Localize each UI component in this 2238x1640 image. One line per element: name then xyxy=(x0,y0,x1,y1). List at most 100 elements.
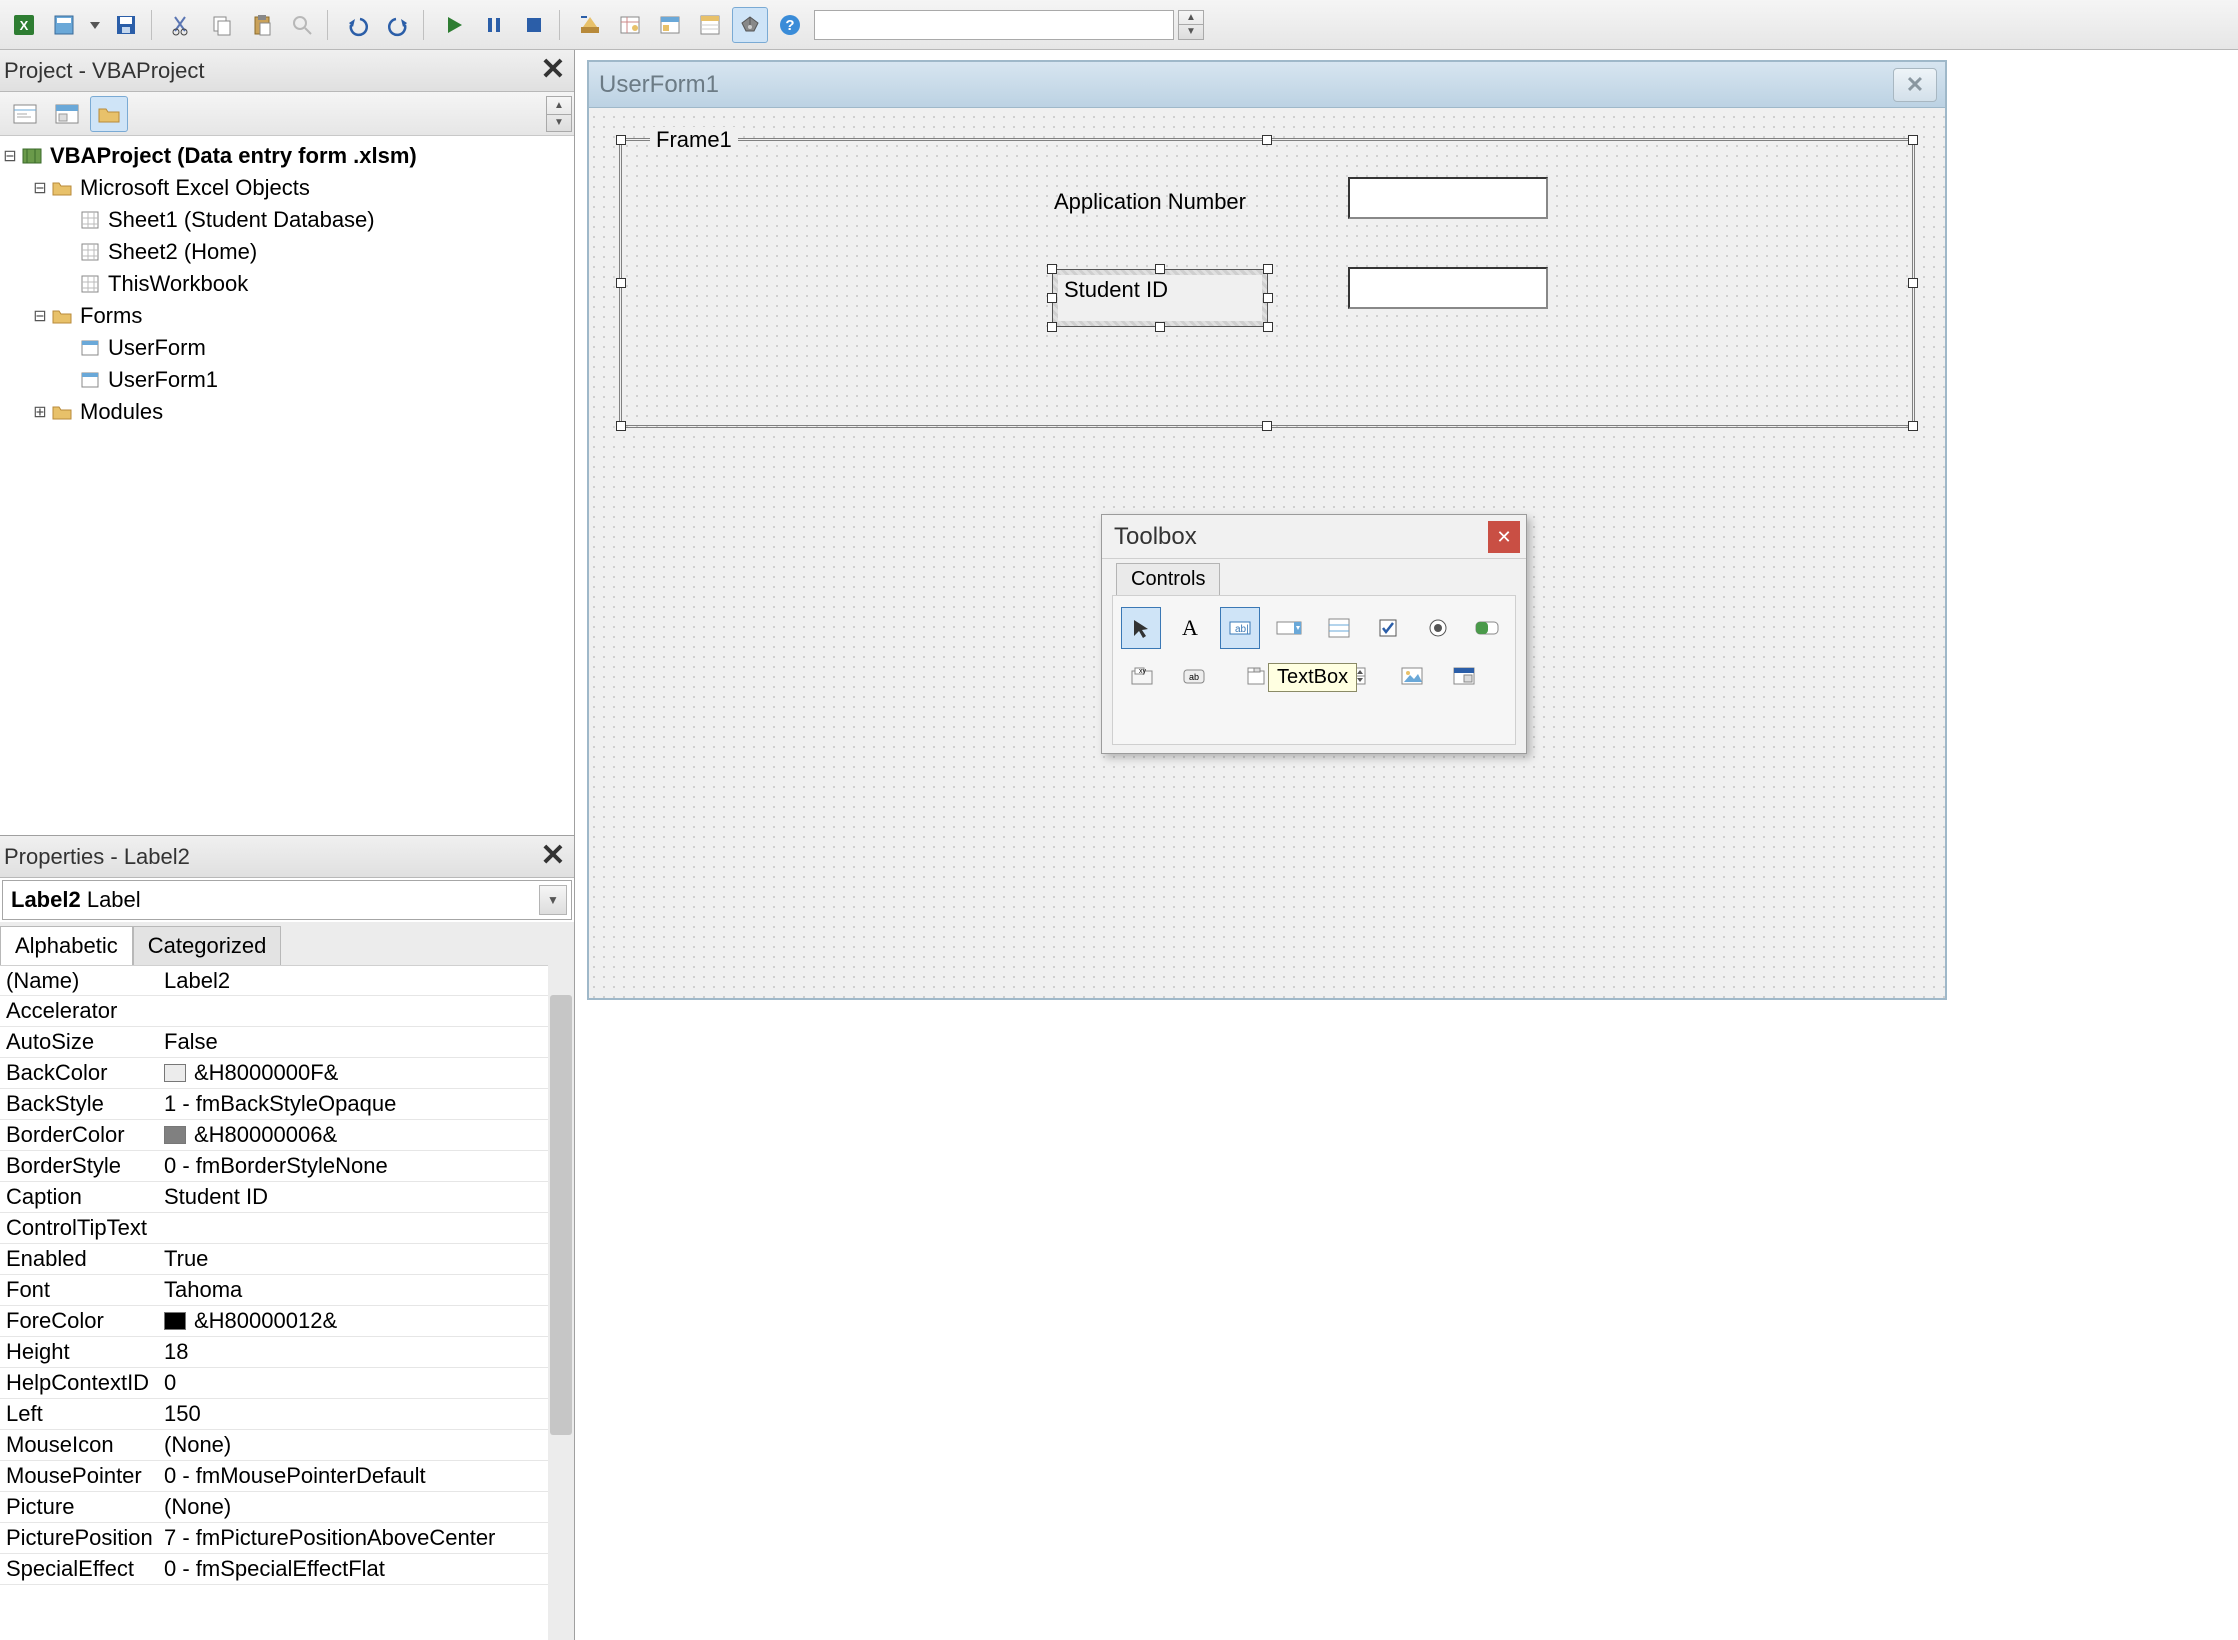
frame-control[interactable]: Frame1 Application Number Student ID xyxy=(619,138,1915,428)
label-application-number[interactable]: Application Number xyxy=(1054,189,1274,225)
property-value[interactable]: 150 xyxy=(160,1401,574,1427)
tool-togglebutton-icon[interactable] xyxy=(1468,607,1507,649)
property-row[interactable]: EnabledTrue xyxy=(0,1244,574,1275)
find-icon[interactable] xyxy=(284,7,320,43)
property-value[interactable]: False xyxy=(160,1029,574,1055)
resize-handle[interactable] xyxy=(616,278,626,288)
property-value[interactable]: 1 - fmBackStyleOpaque xyxy=(160,1091,574,1117)
textbox-student-id[interactable] xyxy=(1348,267,1548,309)
toggle-folders-icon[interactable] xyxy=(90,96,128,132)
property-row[interactable]: BackColor&H8000000F& xyxy=(0,1058,574,1089)
resize-handle[interactable] xyxy=(1262,421,1272,431)
property-value[interactable]: 0 - fmMousePointerDefault xyxy=(160,1463,574,1489)
toolbox-window[interactable]: Toolbox ✕ Controls A ab| xyxy=(1101,514,1527,754)
resize-handle[interactable] xyxy=(1047,264,1057,274)
close-icon[interactable]: ✕ xyxy=(536,52,570,86)
resize-handle[interactable] xyxy=(1908,278,1918,288)
tree-sheet1[interactable]: Sheet1 (Student Database) xyxy=(0,204,574,236)
tool-optionbutton-icon[interactable] xyxy=(1418,607,1457,649)
close-icon[interactable]: ✕ xyxy=(1488,521,1520,553)
tool-commandbutton-icon[interactable]: ab xyxy=(1173,655,1215,697)
property-value[interactable]: &H8000000F& xyxy=(160,1060,574,1086)
resize-handle[interactable] xyxy=(1047,293,1057,303)
project-explorer-scroll[interactable]: ▲▼ xyxy=(546,96,572,132)
tool-combobox-icon[interactable] xyxy=(1270,607,1309,649)
cut-icon[interactable] xyxy=(164,7,200,43)
tree-forms[interactable]: ⊟ Forms xyxy=(0,300,574,332)
tree-sheet2[interactable]: Sheet2 (Home) xyxy=(0,236,574,268)
tab-categorized[interactable]: Categorized xyxy=(133,926,282,965)
tree-excel-objects[interactable]: ⊟ Microsoft Excel Objects xyxy=(0,172,574,204)
resize-handle[interactable] xyxy=(1908,421,1918,431)
project-tree[interactable]: ⊟ VBAProject (Data entry form .xlsm) ⊟ M… xyxy=(0,136,574,836)
insert-dropdown-icon[interactable] xyxy=(86,7,104,43)
property-row[interactable]: BorderStyle0 - fmBorderStyleNone xyxy=(0,1151,574,1182)
help-icon[interactable]: ? xyxy=(772,7,808,43)
property-row[interactable]: CaptionStudent ID xyxy=(0,1182,574,1213)
resize-handle[interactable] xyxy=(616,135,626,145)
property-row[interactable]: Accelerator xyxy=(0,996,574,1027)
tool-listbox-icon[interactable] xyxy=(1319,607,1358,649)
property-row[interactable]: MouseIcon(None) xyxy=(0,1430,574,1461)
property-value[interactable]: &H80000006& xyxy=(160,1122,574,1148)
property-value[interactable]: (None) xyxy=(160,1494,574,1520)
tool-select-icon[interactable] xyxy=(1121,607,1161,649)
stop-icon[interactable] xyxy=(516,7,552,43)
property-row[interactable]: Height18 xyxy=(0,1337,574,1368)
paste-icon[interactable] xyxy=(244,7,280,43)
excel-icon[interactable]: X xyxy=(6,7,42,43)
tool-frame-icon[interactable]: xy xyxy=(1121,655,1163,697)
toolbox-icon[interactable] xyxy=(732,7,768,43)
tool-textbox-icon[interactable]: ab| xyxy=(1220,607,1260,649)
property-row[interactable]: BackStyle1 - fmBackStyleOpaque xyxy=(0,1089,574,1120)
property-row[interactable]: BorderColor&H80000006& xyxy=(0,1120,574,1151)
resize-handle[interactable] xyxy=(1262,135,1272,145)
userform-titlebar[interactable]: UserForm1 ✕ xyxy=(589,62,1945,108)
property-row[interactable]: ForeColor&H80000012& xyxy=(0,1306,574,1337)
chevron-down-icon[interactable]: ▼ xyxy=(539,885,567,915)
properties-scrollbar[interactable] xyxy=(548,965,574,1640)
properties-grid[interactable]: (Name)Label2AcceleratorAutoSizeFalseBack… xyxy=(0,965,574,1640)
view-code-icon[interactable] xyxy=(6,96,44,132)
property-value[interactable]: &H80000012& xyxy=(160,1308,574,1334)
tree-userform[interactable]: UserForm xyxy=(0,332,574,364)
property-row[interactable]: MousePointer0 - fmMousePointerDefault xyxy=(0,1461,574,1492)
run-icon[interactable] xyxy=(436,7,472,43)
tree-userform1[interactable]: UserForm1 xyxy=(0,364,574,396)
tool-label-icon[interactable]: A xyxy=(1171,607,1210,649)
property-value[interactable]: 7 - fmPicturePositionAboveCenter xyxy=(160,1525,574,1551)
properties-object-combo[interactable]: Label2 Label ▼ xyxy=(2,880,572,920)
tree-thisworkbook[interactable]: ThisWorkbook xyxy=(0,268,574,300)
property-row[interactable]: PicturePosition7 - fmPicturePositionAbov… xyxy=(0,1523,574,1554)
resize-handle[interactable] xyxy=(1263,264,1273,274)
property-value[interactable]: True xyxy=(160,1246,574,1272)
design-mode-icon[interactable] xyxy=(572,7,608,43)
properties-icon[interactable] xyxy=(692,7,728,43)
close-icon[interactable]: ✕ xyxy=(1893,68,1937,102)
property-value[interactable]: 0 xyxy=(160,1370,574,1396)
toolbar-scroll[interactable]: ▲▼ xyxy=(1178,10,1204,40)
property-value[interactable]: Student ID xyxy=(160,1184,574,1210)
tool-checkbox-icon[interactable] xyxy=(1369,607,1408,649)
resize-handle[interactable] xyxy=(1155,264,1165,274)
property-value[interactable]: 0 - fmBorderStyleNone xyxy=(160,1153,574,1179)
resize-handle[interactable] xyxy=(1047,322,1057,332)
property-value[interactable]: 0 - fmSpecialEffectFlat xyxy=(160,1556,574,1582)
textbox-application-number[interactable] xyxy=(1348,177,1548,219)
label-student-id[interactable]: Student ID xyxy=(1052,269,1268,327)
tool-refedit-icon[interactable] xyxy=(1443,655,1485,697)
property-row[interactable]: SpecialEffect0 - fmSpecialEffectFlat xyxy=(0,1554,574,1585)
view-object-icon[interactable] xyxy=(48,96,86,132)
property-row[interactable]: (Name)Label2 xyxy=(0,965,574,996)
property-row[interactable]: ControlTipText xyxy=(0,1213,574,1244)
resize-handle[interactable] xyxy=(616,421,626,431)
resize-handle[interactable] xyxy=(1908,135,1918,145)
toolbar-combo[interactable] xyxy=(814,10,1174,40)
project-explorer-icon[interactable] xyxy=(652,7,688,43)
save-icon[interactable] xyxy=(108,7,144,43)
property-row[interactable]: HelpContextID0 xyxy=(0,1368,574,1399)
copy-icon[interactable] xyxy=(204,7,240,43)
resize-handle[interactable] xyxy=(1263,322,1273,332)
property-value[interactable]: 18 xyxy=(160,1339,574,1365)
tree-modules[interactable]: ⊞ Modules xyxy=(0,396,574,428)
